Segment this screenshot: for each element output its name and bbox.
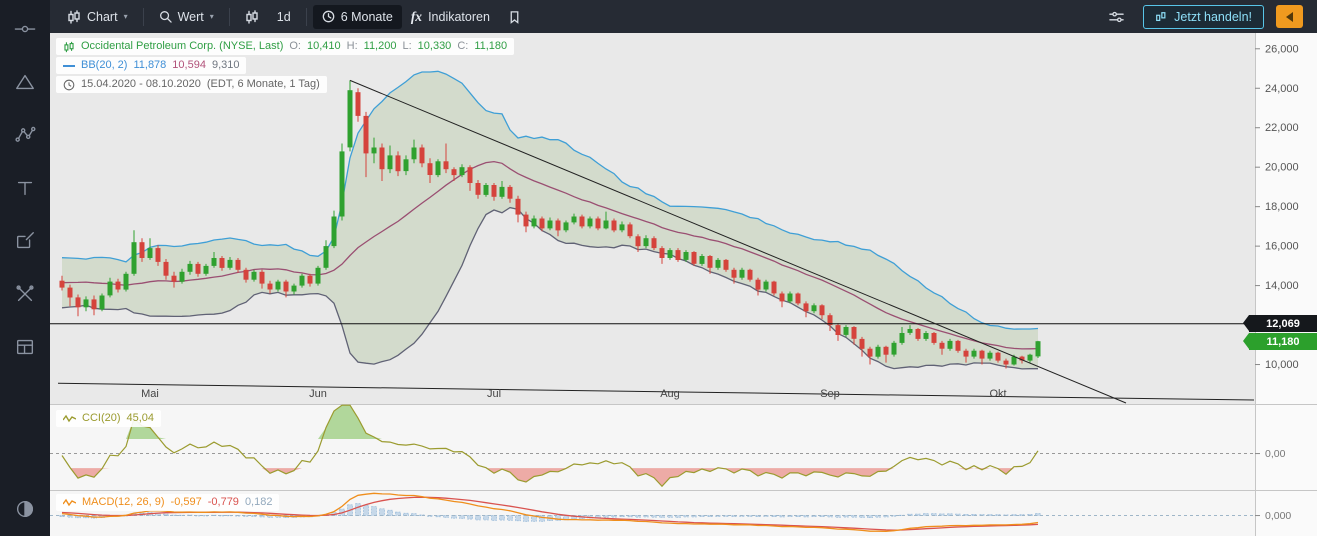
open-value: 10,410 [307, 40, 341, 53]
svg-text:22,000: 22,000 [1265, 122, 1299, 134]
candlestick-chart-icon [67, 10, 81, 24]
bb-upper-value: 11,878 [133, 59, 166, 72]
trendline-tool-icon[interactable] [12, 16, 38, 42]
bookmark-icon [508, 10, 521, 24]
cci-label: CCI(20) [82, 412, 121, 425]
arrow-left-icon [1286, 12, 1293, 22]
fx-icon: fx [411, 9, 422, 25]
low-label: L: [402, 40, 411, 53]
chart-container: Mai Jun Jul Aug Sep Okt 26,000 24,000 22,000 20,0… [50, 33, 1317, 536]
shapes-tool-icon[interactable] [12, 69, 38, 95]
bookmark-button[interactable] [499, 5, 530, 29]
pattern-tool-icon[interactable] [12, 122, 38, 148]
macd-value: -0,597 [171, 496, 202, 509]
toolbox-icon[interactable] [12, 281, 38, 307]
chart-type-label: Chart [87, 10, 118, 24]
annotation-tool-icon[interactable] [12, 228, 38, 254]
macd-hist-value: 0,182 [245, 496, 273, 509]
date-range: 15.04.2020 - 08.10.2020 [81, 78, 201, 91]
chart-toolbar: Chart ▾ Wert ▾ 1d 6 Monate fx [50, 0, 1317, 33]
toolbar-separator [143, 8, 144, 26]
open-label: O: [289, 40, 301, 53]
cci-line-icon [63, 414, 76, 423]
high-label: H: [347, 40, 358, 53]
svg-text:Sep: Sep [820, 388, 840, 400]
chart-canvas[interactable]: Mai Jun Jul Aug Sep Okt 26,000 24,000 22,000 20,0… [50, 33, 1317, 536]
indicators-label: Indikatoren [428, 10, 490, 24]
svg-text:Okt: Okt [989, 388, 1006, 400]
svg-text:18,000: 18,000 [1265, 201, 1299, 213]
drawing-toolbar [0, 0, 50, 536]
bb-line-icon [63, 62, 75, 70]
svg-text:Aug: Aug [660, 388, 680, 400]
close-label: C: [457, 40, 468, 53]
macd-panel-legend: MACD(12, 26, 9) -0,597 -0,779 0,182 [56, 494, 279, 511]
theme-toggle-icon[interactable] [12, 496, 38, 522]
svg-text:10,000: 10,000 [1265, 359, 1299, 371]
clock-icon [63, 79, 75, 91]
date-info: (EDT, 6 Monate, 1 Tag) [207, 78, 320, 91]
bb-lower-value: 9,310 [212, 59, 240, 72]
cci-value: 45,04 [127, 412, 155, 425]
search-icon [159, 10, 172, 23]
svg-text:Jul: Jul [487, 388, 501, 400]
low-value: 10,330 [418, 40, 452, 53]
cci-panel-legend: CCI(20) 45,04 [56, 410, 161, 427]
symbol-name: Occidental Petroleum Corp. (NYSE, Last) [81, 40, 283, 53]
trade-icon [1155, 11, 1167, 23]
indicators-button[interactable]: fx Indikatoren [402, 4, 499, 30]
range-button[interactable]: 6 Monate [313, 5, 402, 29]
hline-price-tag[interactable]: 12,069 [1249, 315, 1317, 332]
chevron-down-icon: ▾ [124, 12, 128, 21]
interval-label: 1d [277, 10, 291, 24]
chart-settings-button[interactable] [1100, 5, 1133, 29]
clock-icon [322, 10, 335, 23]
toolbar-separator [229, 8, 230, 26]
candle-style-button[interactable] [236, 5, 268, 29]
layout-templates-icon[interactable] [12, 334, 38, 360]
svg-text:20,000: 20,000 [1265, 162, 1299, 174]
symbol-search-label: Wert [178, 10, 204, 24]
trade-now-label: Jetzt handeln! [1174, 10, 1252, 24]
high-value: 11,200 [364, 40, 397, 53]
svg-text:14,000: 14,000 [1265, 280, 1299, 292]
macd-legend-row[interactable]: MACD(12, 26, 9) -0,597 -0,779 0,182 [56, 494, 279, 511]
bb-label: BB(20, 2) [81, 59, 127, 72]
symbol-search-dropdown[interactable]: Wert ▾ [150, 5, 223, 29]
trading-app: Chart ▾ Wert ▾ 1d 6 Monate fx [0, 0, 1317, 536]
cci-legend-row[interactable]: CCI(20) 45,04 [56, 410, 161, 427]
date-range-row: 15.04.2020 - 08.10.2020 (EDT, 6 Monate, … [56, 76, 327, 93]
svg-text:Mai: Mai [141, 388, 159, 400]
macd-signal-value: -0,779 [208, 496, 239, 509]
chart-legend: Occidental Petroleum Corp. (NYSE, Last) … [56, 38, 514, 93]
range-label: 6 Monate [341, 10, 393, 24]
chevron-down-icon: ▾ [210, 12, 214, 21]
last-price-tag: 11,180 [1249, 333, 1317, 350]
svg-text:Jun: Jun [309, 388, 327, 400]
svg-text:24,000: 24,000 [1265, 83, 1299, 95]
toolbar-separator [306, 8, 307, 26]
macd-label: MACD(12, 26, 9) [82, 496, 165, 509]
trade-now-button[interactable]: Jetzt handeln! [1143, 5, 1264, 29]
candlestick-style-icon [245, 10, 259, 24]
collapse-panel-button[interactable] [1276, 5, 1303, 28]
interval-button[interactable]: 1d [268, 5, 300, 29]
svg-text:0,000: 0,000 [1265, 510, 1291, 522]
text-tool-icon[interactable] [12, 175, 38, 201]
svg-text:16,000: 16,000 [1265, 241, 1299, 253]
macd-line-icon [63, 498, 76, 507]
chart-type-dropdown[interactable]: Chart ▾ [58, 5, 137, 29]
tune-icon [1109, 10, 1124, 24]
svg-text:0,00: 0,00 [1265, 448, 1286, 460]
candlestick-legend-icon [63, 41, 75, 53]
close-value: 11,180 [474, 40, 507, 53]
svg-text:26,000: 26,000 [1265, 43, 1299, 55]
bollinger-legend-row[interactable]: BB(20, 2) 11,878 10,594 9,310 [56, 57, 246, 74]
symbol-legend-row: Occidental Petroleum Corp. (NYSE, Last) … [56, 38, 514, 55]
bb-mid-value: 10,594 [172, 59, 206, 72]
